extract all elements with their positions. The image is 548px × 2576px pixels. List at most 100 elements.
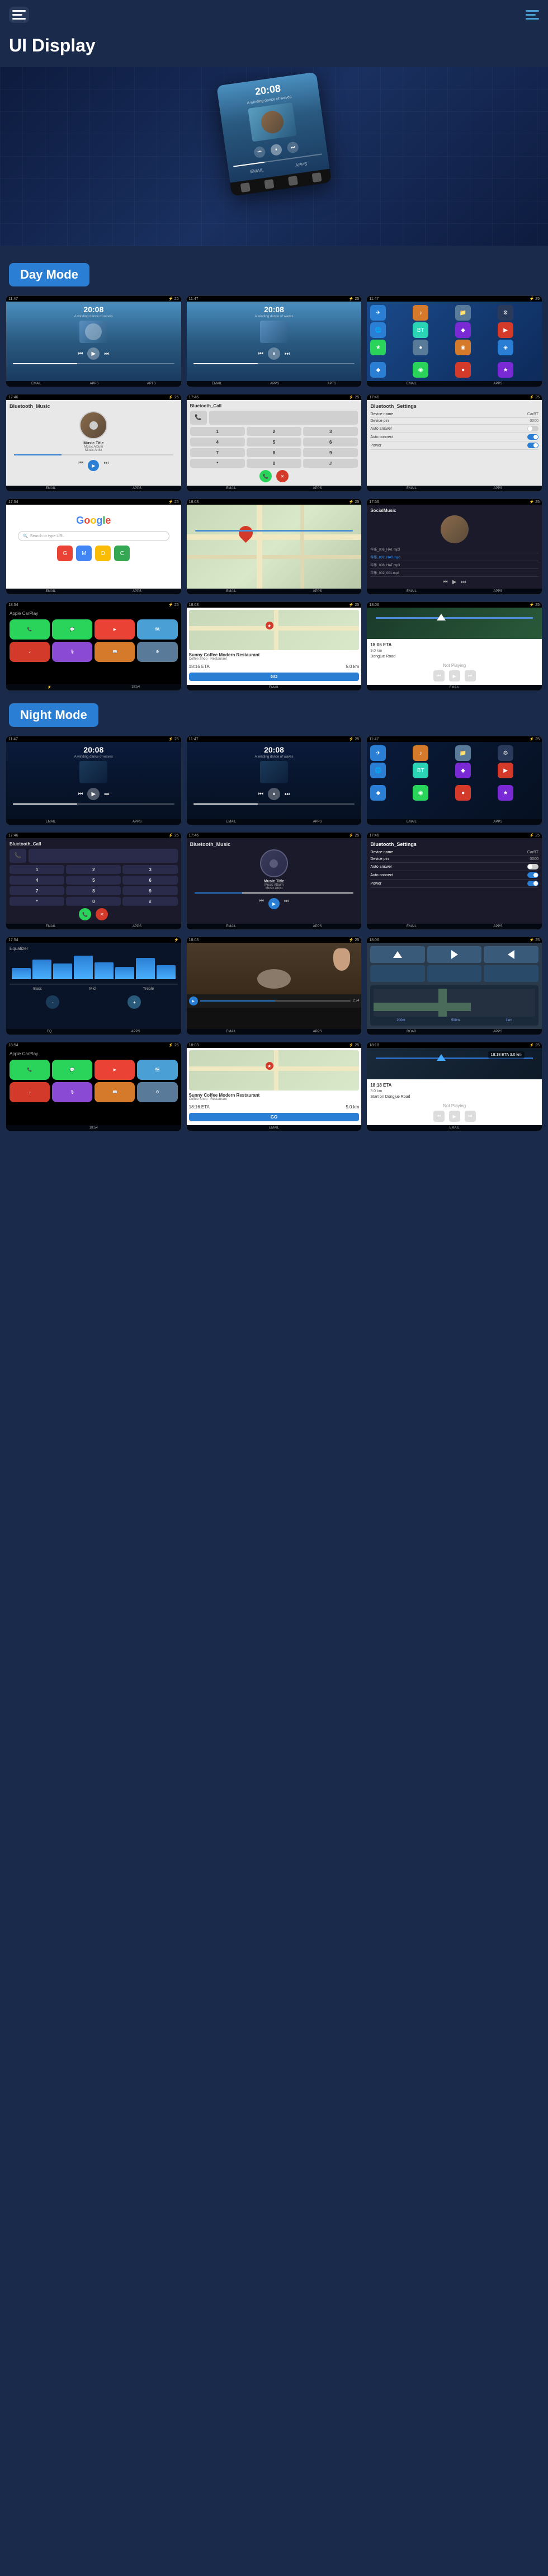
- carplay-phone-app[interactable]: 📞: [10, 619, 50, 640]
- night-app-browser[interactable]: 🌐: [370, 763, 386, 778]
- google-search-bar[interactable]: 🔍 Search or type URL: [18, 531, 169, 541]
- food-play-btn[interactable]: ▶: [189, 996, 198, 1005]
- night-np-play-btn[interactable]: ▶: [449, 1111, 460, 1122]
- eq-treble[interactable]: Treble: [143, 987, 154, 991]
- night-music-next-btn[interactable]: ⏭: [284, 898, 289, 909]
- app-5[interactable]: ★: [370, 340, 386, 355]
- key-6[interactable]: 6: [303, 438, 358, 446]
- app-4[interactable]: ◆: [455, 322, 471, 338]
- night-app-settings[interactable]: ⚙: [498, 745, 513, 761]
- night-carplay-phone[interactable]: 📞: [10, 1060, 50, 1080]
- gmail-icon[interactable]: G: [57, 546, 73, 561]
- night-key-3[interactable]: 3: [122, 865, 177, 874]
- night-go-button[interactable]: GO: [189, 1113, 360, 1121]
- play-btn-2[interactable]: ⏸: [268, 347, 280, 360]
- key-3[interactable]: 3: [303, 427, 358, 436]
- night-call-history-btn[interactable]: 📞: [10, 849, 26, 863]
- night-power-toggle[interactable]: [527, 881, 538, 886]
- app-7[interactable]: ◉: [455, 340, 471, 355]
- key-star[interactable]: *: [190, 459, 245, 468]
- night-np-next-btn[interactable]: ⏭: [465, 1111, 476, 1122]
- night-prev-btn-1[interactable]: ⏮: [78, 791, 83, 797]
- prev-track-btn[interactable]: ⏮: [78, 351, 83, 357]
- turn-dir-2[interactable]: [427, 946, 482, 963]
- night-key-9[interactable]: 9: [122, 886, 177, 895]
- night-app-music[interactable]: ♪: [413, 745, 428, 761]
- social-next-btn[interactable]: ⏭: [461, 579, 466, 585]
- music-next-btn[interactable]: ⏭: [103, 460, 108, 471]
- app-9[interactable]: ◆: [370, 362, 386, 378]
- night-key-0[interactable]: 0: [66, 897, 121, 906]
- auto-answer-toggle[interactable]: [527, 426, 538, 431]
- night-carplay-music[interactable]: ♪: [10, 1082, 50, 1102]
- night-key-8[interactable]: 8: [66, 886, 121, 895]
- nav-lines-icon[interactable]: [526, 10, 539, 20]
- app-files[interactable]: 📁: [455, 305, 471, 321]
- night-key-1[interactable]: 1: [10, 865, 64, 874]
- night-app-10[interactable]: ◉: [413, 785, 428, 801]
- night-music-play-btn[interactable]: ▶: [268, 898, 280, 909]
- turn-dir-1[interactable]: [370, 946, 425, 963]
- turn-dir-3[interactable]: [484, 946, 538, 963]
- night-key-7[interactable]: 7: [10, 886, 64, 895]
- auto-connect-toggle[interactable]: [527, 434, 538, 440]
- key-4[interactable]: 4: [190, 438, 245, 446]
- night-play-btn-1[interactable]: ▶: [87, 788, 100, 800]
- music-play-btn[interactable]: ▶: [88, 460, 99, 471]
- turn-dir-5[interactable]: [427, 965, 482, 982]
- carplay-maps-app[interactable]: 🗺: [137, 619, 177, 640]
- key-1[interactable]: 1: [190, 427, 245, 436]
- night-carplay-audiobook[interactable]: 📖: [95, 1082, 135, 1102]
- night-app-youtube[interactable]: ▶: [498, 763, 513, 778]
- prev-btn-2[interactable]: ⏮: [258, 351, 263, 357]
- key-7[interactable]: 7: [190, 448, 245, 457]
- key-hash[interactable]: #: [303, 459, 358, 468]
- dial-btn[interactable]: 📞: [259, 470, 272, 482]
- app-bt[interactable]: BT: [413, 322, 428, 338]
- carplay-podcast-app[interactable]: 🎙: [52, 642, 92, 662]
- night-auto-answer-toggle[interactable]: [527, 864, 538, 869]
- night-hangup-btn[interactable]: ✕: [96, 908, 108, 920]
- night-app-4[interactable]: ◆: [455, 763, 471, 778]
- night-app-files[interactable]: 📁: [455, 745, 471, 761]
- key-2[interactable]: 2: [247, 427, 301, 436]
- next-track-btn[interactable]: ⏭: [104, 351, 109, 357]
- night-app-11[interactable]: ●: [455, 785, 471, 801]
- app-youtube[interactable]: ▶: [498, 322, 513, 338]
- night-carplay-maps[interactable]: 🗺: [137, 1060, 177, 1080]
- turn-dir-4[interactable]: [370, 965, 425, 982]
- night-key-5[interactable]: 5: [66, 876, 121, 885]
- hangup-btn[interactable]: ✕: [276, 470, 289, 482]
- app-12[interactable]: ★: [498, 362, 513, 378]
- power-toggle[interactable]: [527, 443, 538, 448]
- night-next-btn-1[interactable]: ⏭: [104, 791, 109, 797]
- prev-button[interactable]: ⏮: [253, 146, 266, 159]
- social-track-1[interactable]: 华乐_006_HAT.mp3: [370, 546, 538, 553]
- np-prev-btn[interactable]: ⏮: [433, 670, 445, 681]
- night-carplay-messages[interactable]: 💬: [52, 1060, 92, 1080]
- app-settings[interactable]: ⚙: [498, 305, 513, 321]
- night-key-4[interactable]: 4: [10, 876, 64, 885]
- night-prev-btn-2[interactable]: ⏮: [258, 791, 263, 797]
- app-10[interactable]: ◉: [413, 362, 428, 378]
- app-music[interactable]: ♪: [413, 305, 428, 321]
- menu-button[interactable]: [9, 7, 29, 23]
- play-pause-btn[interactable]: ▶: [87, 347, 100, 360]
- app-6[interactable]: ●: [413, 340, 428, 355]
- night-dial-btn[interactable]: 📞: [79, 908, 91, 920]
- night-app-9[interactable]: ◆: [370, 785, 386, 801]
- eq-vol-up[interactable]: +: [127, 995, 141, 1009]
- social-prev-btn[interactable]: ⏮: [443, 579, 448, 585]
- night-music-prev-btn[interactable]: ⏮: [259, 898, 264, 909]
- call-history-btn[interactable]: 📞: [190, 411, 207, 425]
- go-button[interactable]: GO: [189, 673, 360, 681]
- night-app-12[interactable]: ★: [498, 785, 513, 801]
- key-5[interactable]: 5: [247, 438, 301, 446]
- night-key-star[interactable]: *: [10, 897, 64, 906]
- turn-dir-6[interactable]: [484, 965, 538, 982]
- play-pause-button[interactable]: ⏸: [270, 143, 283, 156]
- night-key-6[interactable]: 6: [122, 876, 177, 885]
- eq-bass[interactable]: Bass: [33, 987, 42, 991]
- carplay-settings-app[interactable]: ⚙: [137, 642, 177, 662]
- app-11[interactable]: ●: [455, 362, 471, 378]
